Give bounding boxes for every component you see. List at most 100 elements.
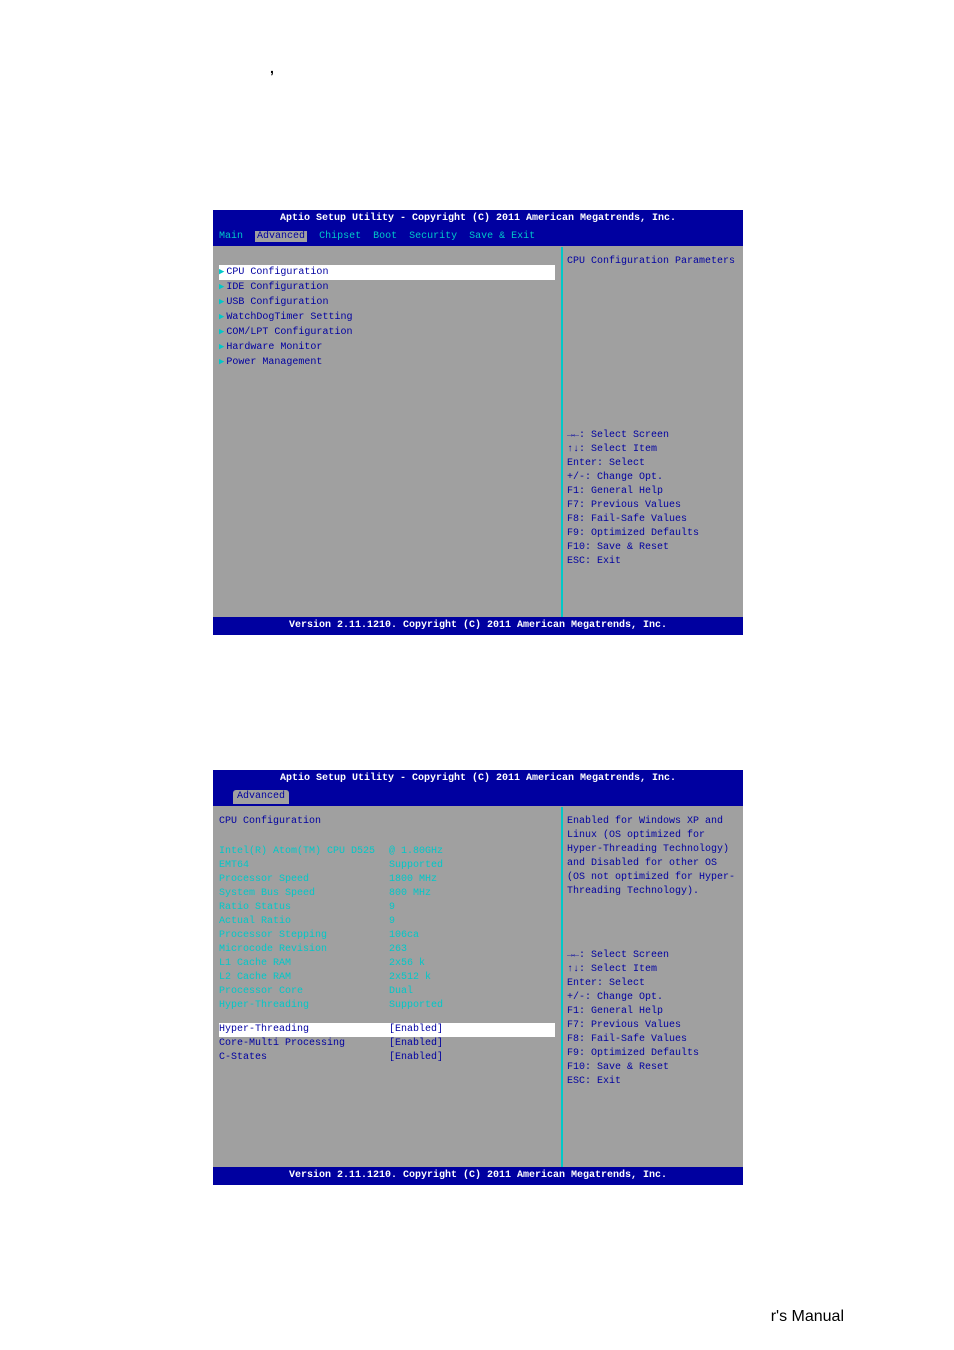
body-area: CPU Configuration Intel(R) Atom(TM) CPU …	[213, 806, 743, 1167]
key-hint: F9: Optimized Defaults	[567, 1047, 739, 1061]
option-c-states[interactable]: C-States[Enabled]	[219, 1051, 555, 1065]
info-value: Supported	[389, 859, 443, 873]
submenu-arrow-icon: ▶	[219, 267, 224, 277]
tab-main[interactable]: Main	[219, 231, 243, 242]
info-value: Supported	[389, 999, 443, 1013]
key-hint: F8: Fail-Safe Values	[567, 513, 739, 527]
help-text: Enabled for Windows XP and Linux (OS opt…	[567, 815, 739, 899]
submenu-arrow-icon: ▶	[219, 327, 224, 337]
info-row: Hyper-ThreadingSupported	[219, 999, 555, 1013]
info-label: Microcode Revision	[219, 943, 389, 957]
help-panel: CPU Configuration Parameters →←: Select …	[563, 247, 743, 617]
info-value: 2x56 k	[389, 957, 425, 971]
info-label: Actual Ratio	[219, 915, 389, 929]
key-hint: →←: Select Screen	[567, 429, 739, 443]
info-row: EMT64Supported	[219, 859, 555, 873]
info-row: L2 Cache RAM2x512 k	[219, 971, 555, 985]
menu-bar: Advanced	[213, 788, 743, 806]
key-hint: →←: Select Screen	[567, 949, 739, 963]
submenu-arrow-icon: ▶	[219, 342, 224, 352]
info-label: Ratio Status	[219, 901, 389, 915]
info-label: Processor Speed	[219, 873, 389, 887]
info-value: 263	[389, 943, 407, 957]
info-row: Ratio Status9	[219, 901, 555, 915]
key-hint: ESC: Exit	[567, 1075, 739, 1089]
key-hint: Enter: Select	[567, 977, 739, 991]
tab-advanced[interactable]: Advanced	[233, 790, 289, 804]
tab-security[interactable]: Security	[409, 231, 457, 242]
option-value: [Enabled]	[389, 1051, 443, 1065]
info-row: Processor Speed1800 MHz	[219, 873, 555, 887]
info-label: Hyper-Threading	[219, 999, 389, 1013]
tab-advanced[interactable]: Advanced	[255, 231, 307, 242]
menu-com-lpt-configuration[interactable]: ▶COM/LPT Configuration	[219, 325, 555, 340]
menu-item-label: WatchDogTimer Setting	[226, 312, 352, 323]
info-row: Microcode Revision263	[219, 943, 555, 957]
menu-item-label: Hardware Monitor	[226, 342, 322, 353]
option-label: C-States	[219, 1051, 389, 1065]
info-row: Processor Stepping106ca	[219, 929, 555, 943]
help-text: CPU Configuration Parameters	[567, 255, 739, 269]
bios-window-advanced-menu: Aptio Setup Utility - Copyright (C) 2011…	[213, 210, 743, 635]
key-hint: +/-: Change Opt.	[567, 991, 739, 1005]
info-row: System Bus Speed800 MHz	[219, 887, 555, 901]
menu-item-label: IDE Configuration	[226, 282, 328, 293]
option-hyper-threading[interactable]: Hyper-Threading[Enabled]	[219, 1023, 555, 1037]
help-panel: Enabled for Windows XP and Linux (OS opt…	[563, 807, 743, 1167]
info-value: 9	[389, 915, 395, 929]
submenu-arrow-icon: ▶	[219, 297, 224, 307]
info-value: 9	[389, 901, 395, 915]
bios-window-cpu-config: Aptio Setup Utility - Copyright (C) 2011…	[213, 770, 743, 1185]
menu-item-label: COM/LPT Configuration	[226, 327, 352, 338]
info-value: 1800 MHz	[389, 873, 437, 887]
body-area: ▶CPU Configuration ▶IDE Configuration ▶U…	[213, 246, 743, 617]
key-hint: F10: Save & Reset	[567, 1061, 739, 1075]
menu-item-label: CPU Configuration	[226, 267, 328, 278]
info-label: Intel(R) Atom(TM) CPU D525	[219, 845, 389, 859]
section-title: CPU Configuration	[219, 815, 555, 829]
option-value: [Enabled]	[389, 1037, 443, 1051]
option-value: [Enabled]	[389, 1023, 443, 1037]
key-hint: ↑↓: Select Item	[567, 443, 739, 457]
left-panel: CPU Configuration Intel(R) Atom(TM) CPU …	[213, 807, 563, 1167]
menu-watchdog-setting[interactable]: ▶WatchDogTimer Setting	[219, 310, 555, 325]
info-label: Processor Core	[219, 985, 389, 999]
info-row: Intel(R) Atom(TM) CPU D525@ 1.80GHz	[219, 845, 555, 859]
menu-usb-configuration[interactable]: ▶USB Configuration	[219, 295, 555, 310]
submenu-arrow-icon: ▶	[219, 357, 224, 367]
tab-chipset[interactable]: Chipset	[319, 231, 361, 242]
key-hint: F7: Previous Values	[567, 499, 739, 513]
info-value: 2x512 k	[389, 971, 431, 985]
option-label: Hyper-Threading	[219, 1023, 389, 1037]
info-value: @ 1.80GHz	[389, 845, 443, 859]
menu-power-management[interactable]: ▶Power Management	[219, 355, 555, 370]
menu-cpu-configuration[interactable]: ▶CPU Configuration	[219, 265, 555, 280]
left-panel: ▶CPU Configuration ▶IDE Configuration ▶U…	[213, 247, 563, 617]
option-label: Core-Multi Processing	[219, 1037, 389, 1051]
key-hint: F10: Save & Reset	[567, 541, 739, 555]
key-hint: F7: Previous Values	[567, 1019, 739, 1033]
info-label: System Bus Speed	[219, 887, 389, 901]
menu-hardware-monitor[interactable]: ▶Hardware Monitor	[219, 340, 555, 355]
tab-boot[interactable]: Boot	[373, 231, 397, 242]
key-hint: F9: Optimized Defaults	[567, 527, 739, 541]
menu-item-label: USB Configuration	[226, 297, 328, 308]
page-footer: r's Manual	[771, 1308, 844, 1326]
key-hint: F8: Fail-Safe Values	[567, 1033, 739, 1047]
menu-ide-configuration[interactable]: ▶IDE Configuration	[219, 280, 555, 295]
status-bar: Version 2.11.1210. Copyright (C) 2011 Am…	[213, 1167, 743, 1185]
info-row: L1 Cache RAM2x56 k	[219, 957, 555, 971]
info-value: Dual	[389, 985, 413, 999]
key-hint: ↑↓: Select Item	[567, 963, 739, 977]
key-hint: F1: General Help	[567, 1005, 739, 1019]
key-hint: Enter: Select	[567, 457, 739, 471]
menu-bar[interactable]: Main Advanced Chipset Boot Security Save…	[213, 228, 743, 246]
submenu-arrow-icon: ▶	[219, 282, 224, 292]
submenu-arrow-icon: ▶	[219, 312, 224, 322]
info-label: L2 Cache RAM	[219, 971, 389, 985]
tab-save-exit[interactable]: Save & Exit	[469, 231, 535, 242]
info-label: Processor Stepping	[219, 929, 389, 943]
status-bar: Version 2.11.1210. Copyright (C) 2011 Am…	[213, 617, 743, 635]
option-core-multi-processing[interactable]: Core-Multi Processing[Enabled]	[219, 1037, 555, 1051]
info-value: 800 MHz	[389, 887, 431, 901]
